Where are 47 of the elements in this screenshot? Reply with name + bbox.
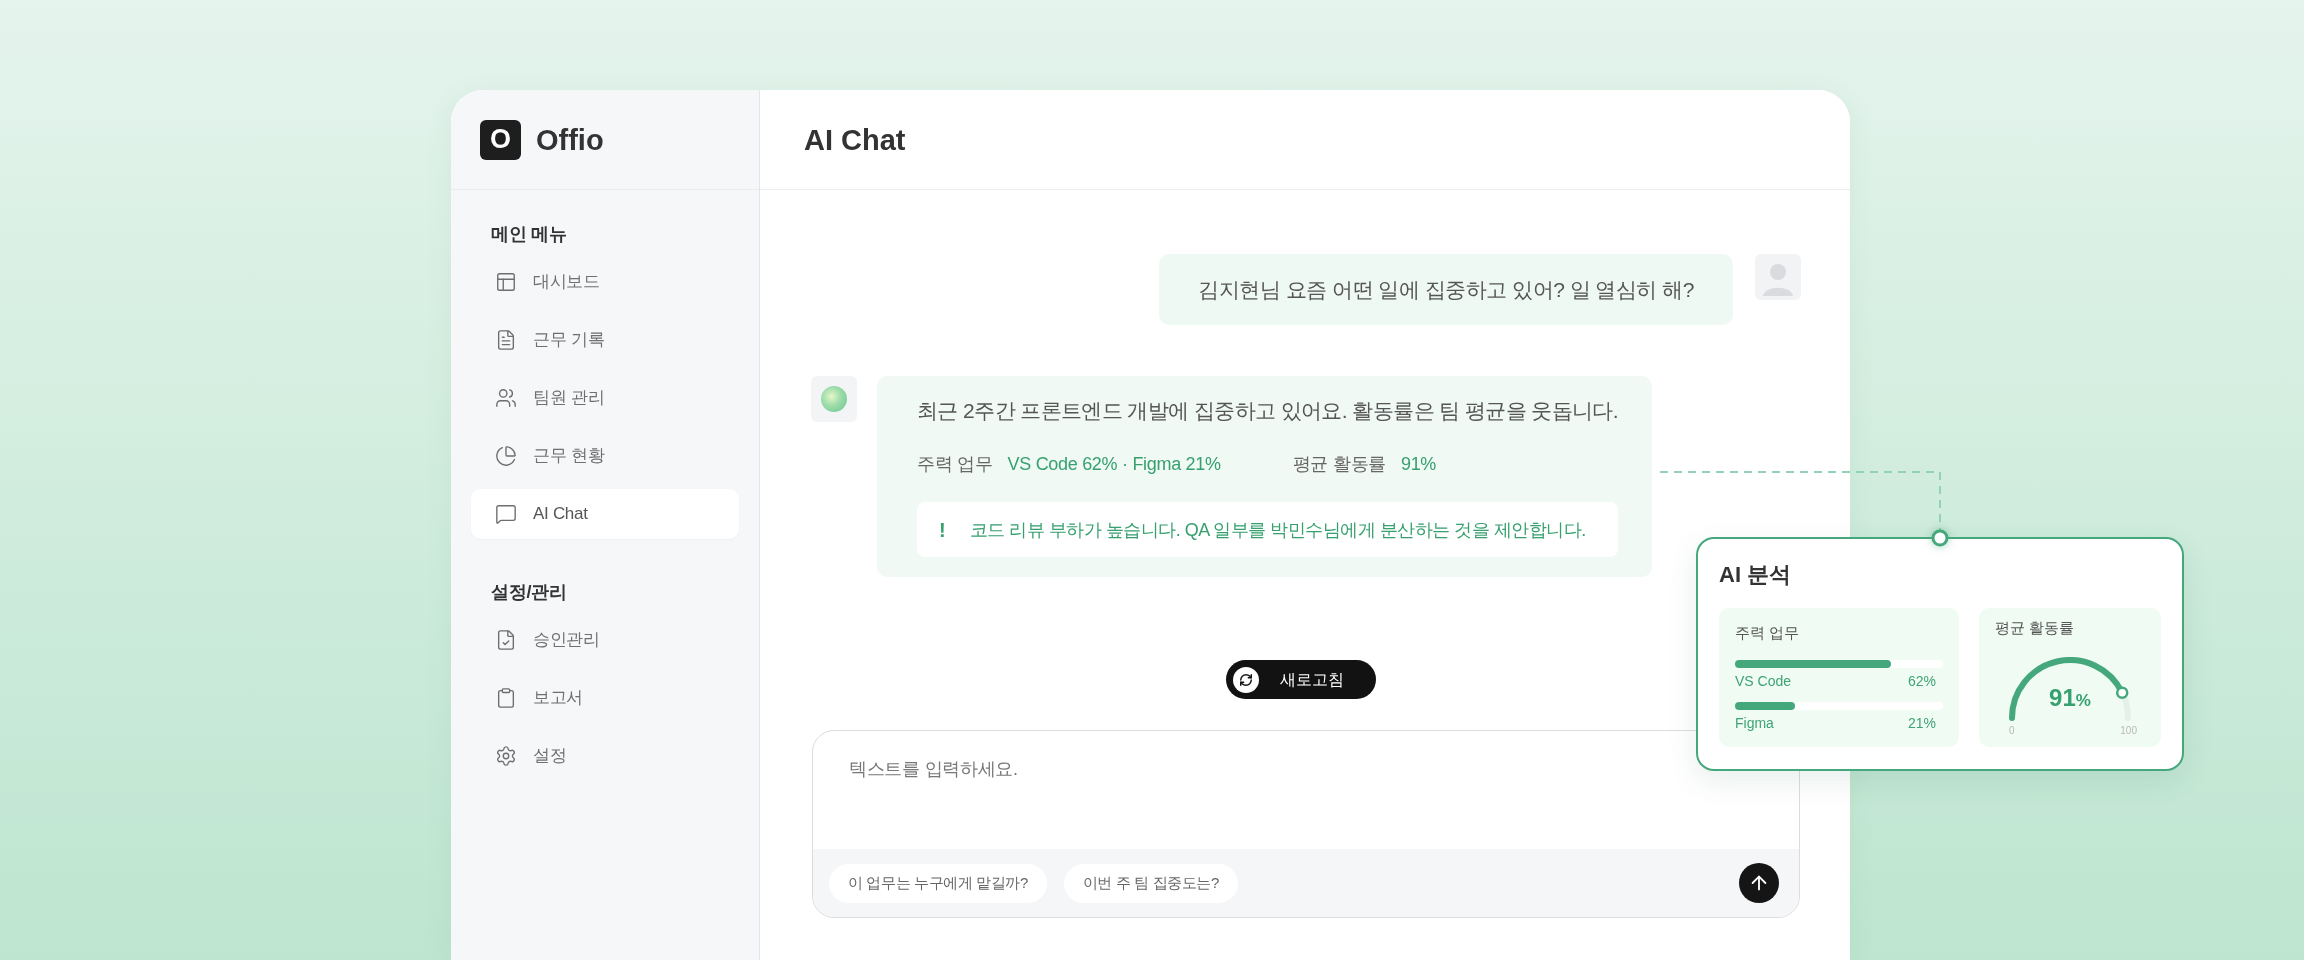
- document-icon: [495, 329, 517, 351]
- user-avatar-icon: [1755, 254, 1801, 300]
- task-name: Figma: [1735, 714, 1774, 732]
- suggestion-chip[interactable]: 이 업무는 누구에게 맡길까?: [829, 863, 1047, 903]
- suggestion-chip[interactable]: 이번 주 팀 집중도는?: [1063, 863, 1238, 903]
- sidebar-item[interactable]: 근무 현황: [471, 431, 739, 481]
- settings-icon: [495, 745, 517, 767]
- sidebar-item[interactable]: 설정: [471, 731, 739, 781]
- page-title: AI Chat: [804, 122, 906, 157]
- stat-value: VS Code 62% · Figma 21%: [1007, 453, 1221, 476]
- sidebar-item[interactable]: 승인관리: [471, 615, 739, 665]
- stat-label: 주력 업무: [917, 453, 993, 476]
- logo-mark: O: [480, 119, 521, 160]
- ai-message-text: 최근 2주간 프론트엔드 개발에 집중하고 있어요. 활동률은 팀 평균을 웃돕니다.: [917, 398, 1619, 424]
- task-name: VS Code: [1735, 672, 1792, 690]
- user-message: 김지현님 요즘 어떤 일에 집중하고 있어? 일 열심히 해?: [1159, 254, 1733, 325]
- layout-icon: [495, 271, 517, 293]
- users-icon: [495, 387, 517, 409]
- pie-chart-icon: [495, 445, 517, 467]
- gauge-max-label: 100: [2120, 725, 2137, 737]
- alert-text: 코드 리뷰 부하가 높습니다. QA 일부를 박민수님에게 분산하는 것을 제안합니다.: [969, 518, 1586, 542]
- logo-name: Offio: [536, 122, 604, 157]
- message-input-box[interactable]: 텍스트를 입력하세요. 이 업무는 누구에게 맡길까? 이번 주 팀 집중도는?: [812, 730, 1800, 918]
- sidebar-item[interactable]: AI Chat: [471, 489, 739, 539]
- task-percent: 21%: [1907, 714, 1936, 732]
- gauge-min-label: 0: [2009, 725, 2015, 737]
- task-percent: 62%: [1907, 672, 1936, 690]
- file-check-icon: [495, 629, 517, 651]
- section-title: 설정/관리: [491, 581, 567, 603]
- panel-title: 주력 업무: [1735, 623, 1800, 643]
- stat-label: 평균 활동률: [1292, 453, 1386, 476]
- refresh-button[interactable]: 새로고침: [1226, 660, 1376, 699]
- sidebar-item[interactable]: 대시보드: [471, 257, 739, 307]
- card-title: AI 분석: [1719, 561, 1792, 589]
- gauge-value: 91%: [2049, 684, 2091, 713]
- panel-title: 평균 활동률: [1995, 618, 2075, 638]
- ai-avatar-icon: [811, 376, 857, 422]
- exclamation-mark: !: [939, 517, 946, 543]
- sidebar-item[interactable]: 보고서: [471, 673, 739, 723]
- chat-bubble-icon: [495, 503, 517, 525]
- clipboard-icon: [495, 687, 517, 709]
- sidebar-item[interactable]: 근무 기록: [471, 315, 739, 365]
- send-button[interactable]: [1739, 863, 1779, 903]
- refresh-icon: [1233, 666, 1259, 693]
- stat-value: 91%: [1400, 453, 1437, 476]
- sidebar-item[interactable]: 팀원 관리: [471, 373, 739, 423]
- section-title: 메인 메뉴: [491, 223, 567, 245]
